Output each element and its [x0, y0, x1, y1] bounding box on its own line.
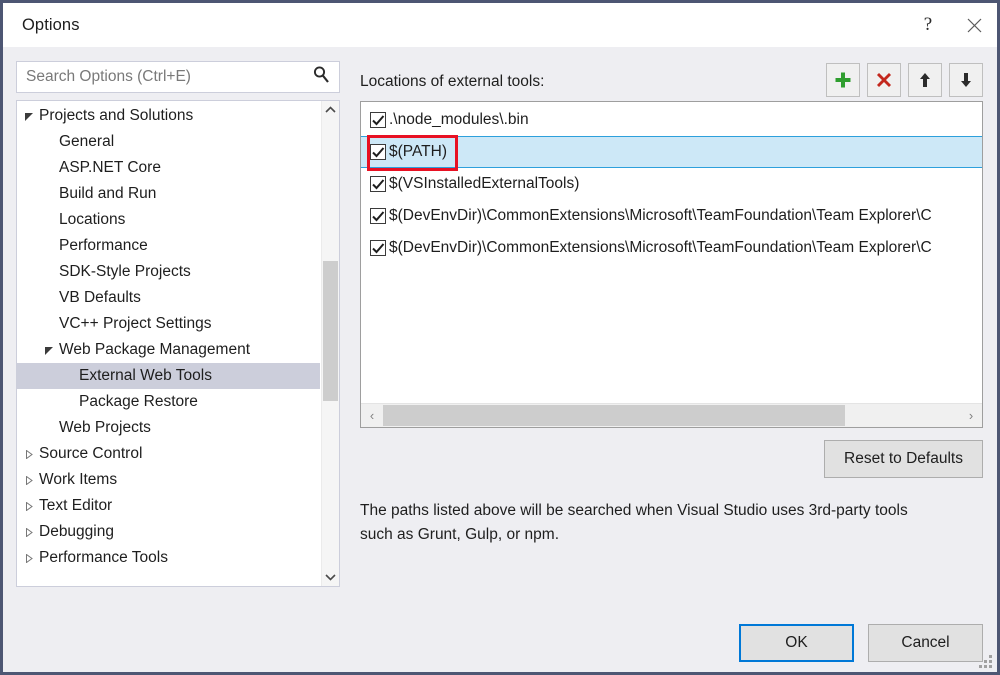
sidebar-item-label: VC++ Project Settings [59, 315, 212, 332]
sidebar-item-label: Text Editor [39, 497, 113, 514]
delete-button[interactable] [867, 63, 901, 97]
hscroll-track[interactable] [383, 404, 960, 427]
checkbox-checked-icon[interactable] [370, 176, 386, 192]
tree-vertical-scrollbar[interactable] [321, 101, 339, 586]
chevron-down-icon[interactable] [322, 568, 339, 586]
cancel-button[interactable]: Cancel [868, 624, 983, 662]
chevron-up-icon[interactable] [322, 101, 339, 119]
sidebar-item-package-restore[interactable]: Package Restore [17, 389, 320, 415]
move-down-button[interactable] [949, 63, 983, 97]
dialog-footer: OK Cancel [739, 624, 983, 662]
sidebar-item-web-projects[interactable]: Web Projects [17, 415, 320, 441]
sidebar-item-source-control[interactable]: Source Control [17, 441, 320, 467]
sidebar-item-label: Performance [59, 237, 148, 254]
help-description: The paths listed above will be searched … [360, 502, 908, 544]
chevron-collapsed-icon[interactable] [21, 553, 37, 563]
sidebar-item-sdk-style-projects[interactable]: SDK-Style Projects [17, 259, 320, 285]
search-icon[interactable] [312, 65, 331, 89]
right-pane: Locations of external tools: .\node_modu… [360, 61, 983, 547]
list-label: Locations of external tools: [360, 73, 545, 90]
sidebar-item-label: Build and Run [59, 185, 157, 202]
chevron-collapsed-icon[interactable] [21, 501, 37, 511]
checkbox-checked-icon[interactable] [370, 144, 386, 160]
sidebar-item-label: SDK-Style Projects [59, 263, 191, 280]
sidebar-item-label: Web Package Management [59, 341, 250, 358]
external-tools-list[interactable]: .\node_modules\.bin $(PATH) $(VSInstalledE… [360, 101, 983, 428]
options-tree: Projects and Solutions General ASP.NET Cor… [16, 100, 340, 587]
sidebar-item-build-and-run[interactable]: Build and Run [17, 181, 320, 207]
list-item[interactable]: $(VSInstalledExternalTools) [361, 168, 982, 200]
sidebar-item-locations[interactable]: Locations [17, 207, 320, 233]
resize-grip[interactable] [979, 655, 992, 668]
list-item[interactable]: $(DevEnvDir)\CommonExtensions\Microsoft\… [361, 232, 982, 264]
hscroll-thumb[interactable] [383, 405, 845, 426]
checkbox-checked-icon[interactable] [370, 208, 386, 224]
tree-list: Projects and Solutions General ASP.NET Cor… [17, 101, 320, 571]
list-item[interactable]: .\node_modules\.bin [361, 104, 982, 136]
title-bar: Options ? [3, 3, 997, 47]
sidebar-item-label: ASP.NET Core [59, 159, 161, 176]
sidebar-item-work-items[interactable]: Work Items [17, 467, 320, 493]
chevron-expanded-icon[interactable] [21, 112, 37, 121]
list-rows: .\node_modules\.bin $(PATH) $(VSInstalledE… [361, 104, 982, 402]
list-item-label: $(DevEnvDir)\CommonExtensions\Microsoft\… [389, 207, 932, 224]
move-up-button[interactable] [908, 63, 942, 97]
chevron-left-icon[interactable]: ‹ [361, 409, 383, 422]
search-placeholder: Search Options (Ctrl+E) [26, 68, 191, 85]
list-item-label: $(DevEnvDir)\CommonExtensions\Microsoft\… [389, 239, 932, 256]
dialog-title: Options [22, 15, 80, 34]
sidebar-item-label: Debugging [39, 523, 114, 540]
list-horizontal-scrollbar[interactable]: ‹ › [361, 403, 982, 427]
close-icon[interactable] [951, 3, 997, 47]
tree-scroll-thumb[interactable] [323, 261, 338, 401]
list-item[interactable]: $(DevEnvDir)\CommonExtensions\Microsoft\… [361, 200, 982, 232]
sidebar-item-asp-net-core[interactable]: ASP.NET Core [17, 155, 320, 181]
sidebar-item-label: Package Restore [79, 393, 198, 410]
chevron-expanded-icon[interactable] [41, 346, 57, 355]
sidebar-item-performance[interactable]: Performance [17, 233, 320, 259]
sidebar-item-label: External Web Tools [79, 367, 212, 384]
sidebar-item-label: Work Items [39, 471, 118, 488]
reset-row: Reset to Defaults [360, 440, 983, 478]
sidebar-item-label: General [59, 133, 115, 150]
ok-button[interactable]: OK [739, 624, 854, 662]
sidebar-item-label: Performance Tools [39, 549, 168, 566]
sidebar-item-external-web-tools[interactable]: External Web Tools [17, 363, 320, 389]
chevron-right-icon[interactable]: › [960, 409, 982, 422]
sidebar-item-general[interactable]: General [17, 129, 320, 155]
dialog-body: Search Options (Ctrl+E) Projects and Sol… [3, 47, 997, 672]
sidebar-item-web-package-management[interactable]: Web Package Management [17, 337, 320, 363]
sidebar-item-label: Projects and Solutions [39, 107, 194, 124]
list-item-label: .\node_modules\.bin [389, 111, 529, 128]
sidebar-item-vb-defaults[interactable]: VB Defaults [17, 285, 320, 311]
reset-to-defaults-button[interactable]: Reset to Defaults [824, 440, 983, 478]
chevron-collapsed-icon[interactable] [21, 527, 37, 537]
sidebar-item-vc-project-settings[interactable]: VC++ Project Settings [17, 311, 320, 337]
sidebar-item-label: Web Projects [59, 419, 151, 436]
list-toolbar [826, 63, 983, 97]
list-item-label: $(PATH) [389, 143, 447, 160]
sidebar-item-text-editor[interactable]: Text Editor [17, 493, 320, 519]
options-dialog: Options ? Search Options (Ctrl+E) Projec… [0, 0, 1000, 675]
left-pane: Search Options (Ctrl+E) Projects and Sol… [16, 61, 340, 587]
checkbox-checked-icon[interactable] [370, 240, 386, 256]
sidebar-item-label: VB Defaults [59, 289, 141, 306]
search-input[interactable]: Search Options (Ctrl+E) [16, 61, 340, 93]
list-header: Locations of external tools: [360, 61, 983, 101]
sidebar-item-debugging[interactable]: Debugging [17, 519, 320, 545]
list-item[interactable]: $(PATH) [361, 136, 982, 168]
sidebar-item-label: Locations [59, 211, 126, 228]
sidebar-item-projects-and-solutions[interactable]: Projects and Solutions [17, 103, 320, 129]
sidebar-item-label: Source Control [39, 445, 143, 462]
sidebar-item-performance-tools[interactable]: Performance Tools [17, 545, 320, 571]
help-icon[interactable]: ? [905, 3, 951, 47]
add-button[interactable] [826, 63, 860, 97]
chevron-collapsed-icon[interactable] [21, 475, 37, 485]
list-item-label: $(VSInstalledExternalTools) [389, 175, 580, 192]
checkbox-checked-icon[interactable] [370, 112, 386, 128]
chevron-collapsed-icon[interactable] [21, 449, 37, 459]
title-bar-buttons: ? [905, 3, 997, 47]
